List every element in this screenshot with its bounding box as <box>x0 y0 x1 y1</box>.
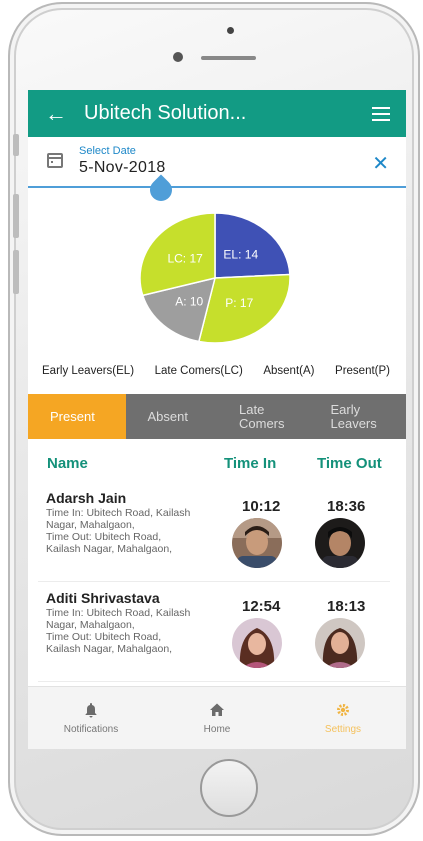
date-field-label: Select Date <box>79 145 136 157</box>
pie-slice-label: P: 17 <box>225 296 253 310</box>
detail-line: Nagar, Mahalgaon, <box>46 619 135 631</box>
nav-notifications-label: Notifications <box>63 723 119 735</box>
time-out-photo[interactable] <box>315 518 365 568</box>
tab-late-label-1: Late <box>239 401 265 417</box>
bottom-navigation: Notifications Home Settings <box>28 686 406 749</box>
legend-early-leavers: Early Leavers(EL) <box>42 365 135 377</box>
date-picker[interactable]: Select Date 5-Nov-2018 ✕ <box>28 137 406 206</box>
pie-slice-label: A: 10 <box>175 295 203 309</box>
column-header-time-out: Time Out <box>317 455 382 472</box>
volume-up-button <box>13 194 19 238</box>
time-in-value: 10:12 <box>242 498 281 515</box>
nav-home-label: Home <box>203 723 231 735</box>
cursor-handle[interactable] <box>145 174 177 206</box>
bell-icon <box>85 702 97 717</box>
tab-early-label-1: Early <box>330 401 361 417</box>
app-screen: ← Ubitech Solution... Select Date 5-Nov-… <box>28 90 406 749</box>
pie-legend: Early Leavers(EL) Late Comers(LC) Absent… <box>28 365 406 377</box>
nav-notifications[interactable]: Notifications <box>28 687 154 749</box>
list-item[interactable]: Adarsh Jain Time In: Ubitech Road, Kaila… <box>38 486 390 582</box>
employee-name: Adarsh Jain <box>46 490 127 506</box>
list-item[interactable]: Aditi Shrivastava Time In: Ubitech Road,… <box>38 586 390 682</box>
status-tabs: Present Absent Late Comers Early Leavers <box>28 394 406 439</box>
date-input[interactable]: 5-Nov-2018 <box>79 159 166 177</box>
tab-present[interactable]: Present <box>28 394 126 439</box>
time-in-photo[interactable] <box>232 518 282 568</box>
detail-line: Time In: Ubitech Road, Kailash <box>46 607 191 619</box>
tab-early-leavers[interactable]: Early Leavers <box>315 394 407 439</box>
mute-switch <box>13 134 19 156</box>
tab-absent-label: Absent <box>147 408 188 424</box>
clear-date-icon[interactable]: ✕ <box>372 151 389 176</box>
legend-absent: Absent(A) <box>263 365 315 377</box>
time-in-photo[interactable] <box>232 618 282 668</box>
detail-line: Time Out: Ubitech Road, <box>46 631 162 643</box>
nav-home[interactable]: Home <box>154 687 280 749</box>
location-detail: Time In: Ubitech Road, Kailash Nagar, Ma… <box>46 507 228 555</box>
date-underline <box>28 186 406 188</box>
gear-icon <box>337 703 349 716</box>
detail-line: Time Out: Ubitech Road, <box>46 531 162 543</box>
tab-late-comers[interactable]: Late Comers <box>223 394 315 439</box>
earpiece-speaker <box>201 56 256 60</box>
home-button <box>200 759 258 817</box>
tab-present-label: Present <box>50 408 95 424</box>
proximity-sensor <box>227 27 234 34</box>
detail-line: Kailash Nagar, Mahalgaon, <box>46 643 173 655</box>
attendance-pie-chart: EL: 14 P: 17 A: 10 LC: 17 <box>139 212 291 344</box>
home-icon <box>210 703 224 716</box>
time-out-value: 18:13 <box>327 598 366 615</box>
nav-settings-label: Settings <box>324 723 362 735</box>
column-header-time-in: Time In <box>224 455 277 472</box>
tab-late-label-2: Comers <box>239 415 285 431</box>
detail-line: Time In: Ubitech Road, Kailash <box>46 507 191 519</box>
list-header: Name Time In Time Out <box>28 450 406 480</box>
detail-line: Kailash Nagar, Mahalgaon, <box>46 543 173 555</box>
legend-late-comers: Late Comers(LC) <box>154 365 243 377</box>
hamburger-menu-icon[interactable] <box>356 106 406 121</box>
time-out-value: 18:36 <box>327 498 366 515</box>
column-header-name: Name <box>47 455 88 472</box>
pie-slice <box>214 212 291 279</box>
volume-down-button <box>13 250 19 294</box>
front-camera <box>173 52 183 62</box>
tab-early-label-2: Leavers <box>330 415 377 431</box>
page-title: Ubitech Solution... <box>84 102 247 124</box>
location-detail: Time In: Ubitech Road, Kailash Nagar, Ma… <box>46 607 228 655</box>
calendar-icon <box>47 153 63 168</box>
pie-slice-label: EL: 14 <box>223 247 258 261</box>
tab-absent[interactable]: Absent <box>126 394 224 439</box>
nav-settings[interactable]: Settings <box>280 687 406 749</box>
legend-present: Present(P) <box>335 365 390 377</box>
time-in-value: 12:54 <box>242 598 281 615</box>
employee-name: Aditi Shrivastava <box>46 590 160 606</box>
pie-slice-label: LC: 17 <box>167 251 203 265</box>
time-out-photo[interactable] <box>315 618 365 668</box>
app-bar: ← Ubitech Solution... <box>28 90 406 137</box>
detail-line: Nagar, Mahalgaon, <box>46 519 135 531</box>
back-arrow-icon[interactable]: ← <box>28 101 84 127</box>
